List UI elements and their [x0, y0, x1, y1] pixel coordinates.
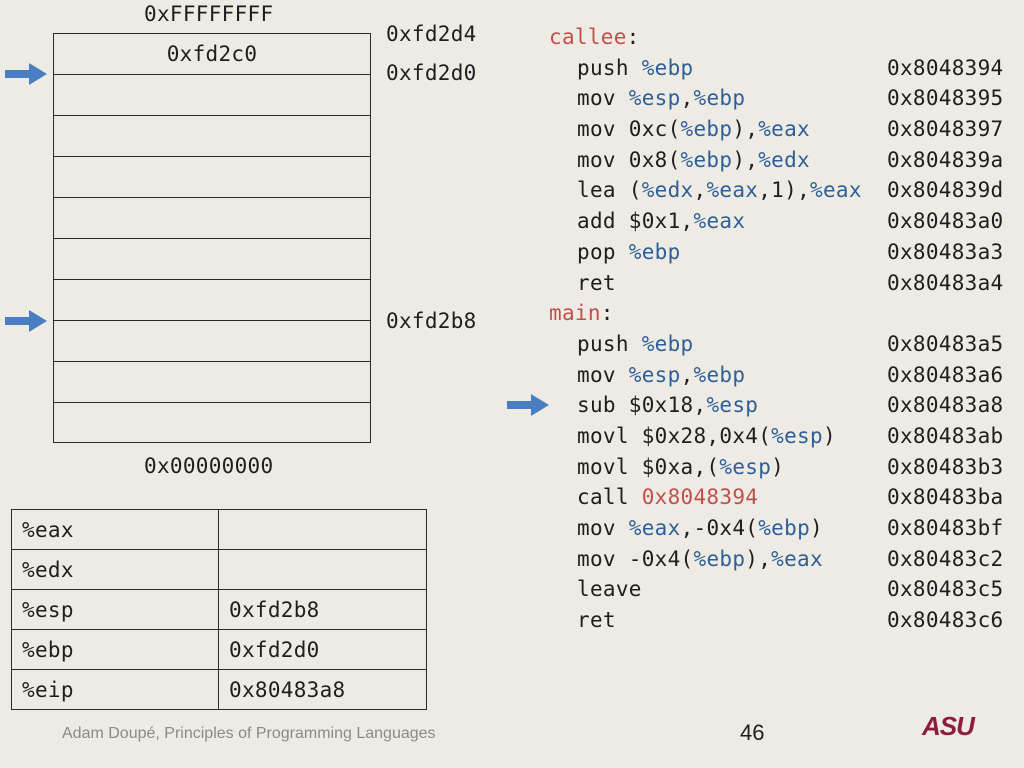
stack-cell [54, 75, 370, 116]
stack-cell [54, 362, 370, 403]
instruction-address: 0x80483ba [887, 485, 1004, 510]
code-line: call 0x8048394 0x80483ba [549, 482, 1019, 513]
instruction-address: 0x804839a [887, 147, 1004, 172]
stack-top-address: 0xFFFFFFFF [144, 2, 274, 26]
instruction-address: 0x80483ab [887, 423, 1004, 448]
stack-cell [54, 198, 370, 239]
instruction-address: 0x80483a8 [887, 393, 1004, 418]
code-line: movl $0xa,(%esp) 0x80483b3 [549, 452, 1019, 483]
code-line: movl $0x28,0x4(%esp) 0x80483ab [549, 421, 1019, 452]
instruction-address: 0x80483a3 [887, 239, 1004, 264]
instruction-address: 0x80483c5 [887, 577, 1004, 602]
instruction-address: 0x80483a0 [887, 209, 1004, 234]
instruction-address: 0x80483bf [887, 516, 1004, 540]
register-name: %ebp [11, 629, 219, 670]
stack-cell [54, 157, 370, 198]
register-name: %eax [11, 509, 219, 550]
stack-cell [54, 280, 370, 321]
footer-credit: Adam Doupé, Principles of Programming La… [62, 725, 436, 742]
instruction-address: 0x8048395 [887, 86, 1004, 111]
register-name: %eip [11, 669, 219, 710]
stack-cell [54, 116, 370, 157]
code-line: mov -0x4(%ebp),%eax 0x80483c2 [549, 544, 1019, 575]
instruction-address: 0x8048394 [887, 55, 1004, 80]
asu-logo: ASU [922, 711, 975, 741]
esp-arrow-icon [5, 310, 47, 332]
instruction-address: 0x80483a6 [887, 362, 1004, 387]
stack-address-label: 0xfd2b8 [386, 309, 477, 333]
ebp-arrow-icon [5, 63, 47, 85]
instruction-address: 0x80483a4 [887, 270, 1004, 295]
code-line: push %ebp 0x80483a5 [549, 329, 1019, 360]
register-value [218, 509, 427, 550]
code-line: mov %eax,-0x4(%ebp) 0x80483bf [549, 513, 1019, 544]
register-table: %eax %edx %esp 0xfd2b8 %ebp 0xfd2d0 %eip… [11, 509, 427, 710]
code-line: add $0x1,%eax 0x80483a0 [549, 206, 1019, 237]
stack-cell [54, 321, 370, 362]
code-label-line: callee: [549, 25, 640, 49]
stack-cell [54, 403, 370, 444]
page-number: 46 [740, 720, 765, 745]
register-value [218, 549, 427, 590]
table-row: %eip 0x80483a8 [11, 669, 427, 710]
stack-address-label: 0xfd2d4 [386, 22, 477, 46]
register-name: %esp [11, 589, 219, 630]
register-value: 0xfd2d0 [218, 629, 427, 670]
register-value: 0xfd2b8 [218, 589, 427, 630]
stack-address-label: 0xfd2d0 [386, 61, 477, 85]
instruction-address: 0x8048397 [887, 117, 1004, 142]
stack-bottom-address: 0x00000000 [144, 454, 274, 478]
code-line: mov 0xc(%ebp),%eax 0x8048397 [549, 114, 1019, 145]
code-line: ret 0x80483c6 [549, 605, 1019, 636]
function-label-main: main [549, 301, 601, 326]
register-value: 0x80483a8 [218, 669, 427, 710]
code-label-line: main: [549, 301, 614, 326]
code-line: sub $0x18,%esp 0x80483a8 [549, 390, 1019, 421]
code-line: lea (%edx,%eax,1),%eax 0x804839d [549, 175, 1019, 206]
table-row: %ebp 0xfd2d0 [11, 629, 427, 670]
stack-cell [54, 239, 370, 280]
assembly-listing: callee: push %ebp 0x8048394 mov %esp,%eb… [549, 22, 1019, 636]
code-line: mov %esp,%ebp 0x80483a6 [549, 360, 1019, 391]
stack-diagram: 0xfd2c0 [53, 33, 371, 443]
instruction-address: 0x80483a5 [887, 331, 1004, 356]
code-line: ret 0x80483a4 [549, 268, 1019, 299]
code-line: mov 0x8(%ebp),%edx 0x804839a [549, 145, 1019, 176]
table-row: %eax [11, 509, 427, 550]
table-row: %edx [11, 549, 427, 590]
function-label-callee: callee [549, 25, 627, 49]
instruction-address: 0x804839d [887, 178, 1004, 203]
register-name: %edx [11, 549, 219, 590]
instruction-address: 0x80483c2 [887, 546, 1004, 571]
code-line: mov %esp,%ebp 0x8048395 [549, 83, 1019, 114]
stack-cell: 0xfd2c0 [54, 34, 370, 75]
instruction-address: 0x80483b3 [887, 454, 1004, 479]
code-line: pop %ebp 0x80483a3 [549, 237, 1019, 268]
instruction-address: 0x80483c6 [887, 608, 1004, 633]
code-line: push %ebp 0x8048394 [549, 53, 1019, 84]
code-line: leave 0x80483c5 [549, 574, 1019, 605]
eip-arrow-icon [507, 394, 549, 416]
table-row: %esp 0xfd2b8 [11, 589, 427, 630]
